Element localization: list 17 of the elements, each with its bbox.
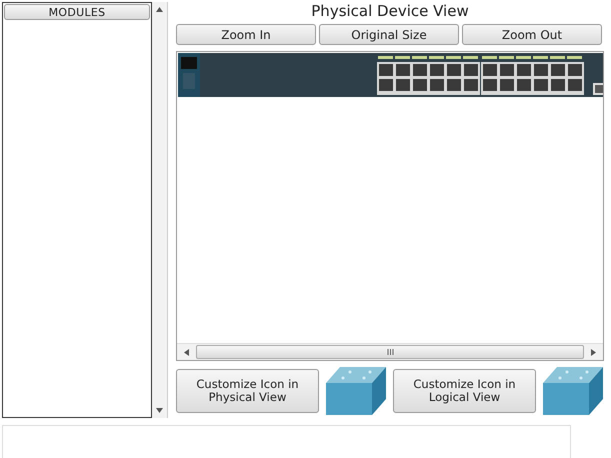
zoom-button[interactable]: Zoom Out: [462, 24, 602, 45]
grip-icon: [386, 349, 394, 355]
view-title: Physical Device View: [310, 2, 470, 22]
switch-icon: [326, 367, 386, 415]
vertical-scrollbar[interactable]: [152, 2, 168, 418]
zoom-button[interactable]: Original Size: [319, 24, 459, 45]
customize-icon-button[interactable]: Customize Icon in Physical View: [176, 369, 319, 413]
scroll-up-icon[interactable]: [156, 6, 163, 13]
horizontal-scrollbar[interactable]: [177, 343, 603, 360]
scroll-down-icon[interactable]: [156, 407, 163, 414]
scroll-right-icon[interactable]: [590, 348, 597, 356]
switch-icon: [543, 367, 603, 415]
scrollbar-thumb[interactable]: [196, 345, 584, 359]
scroll-left-icon[interactable]: [183, 348, 190, 356]
zoom-button[interactable]: Zoom In: [176, 24, 316, 45]
customize-icon-button[interactable]: Customize Icon in Logical View: [393, 369, 536, 413]
modules-header[interactable]: MODULES: [4, 4, 150, 20]
